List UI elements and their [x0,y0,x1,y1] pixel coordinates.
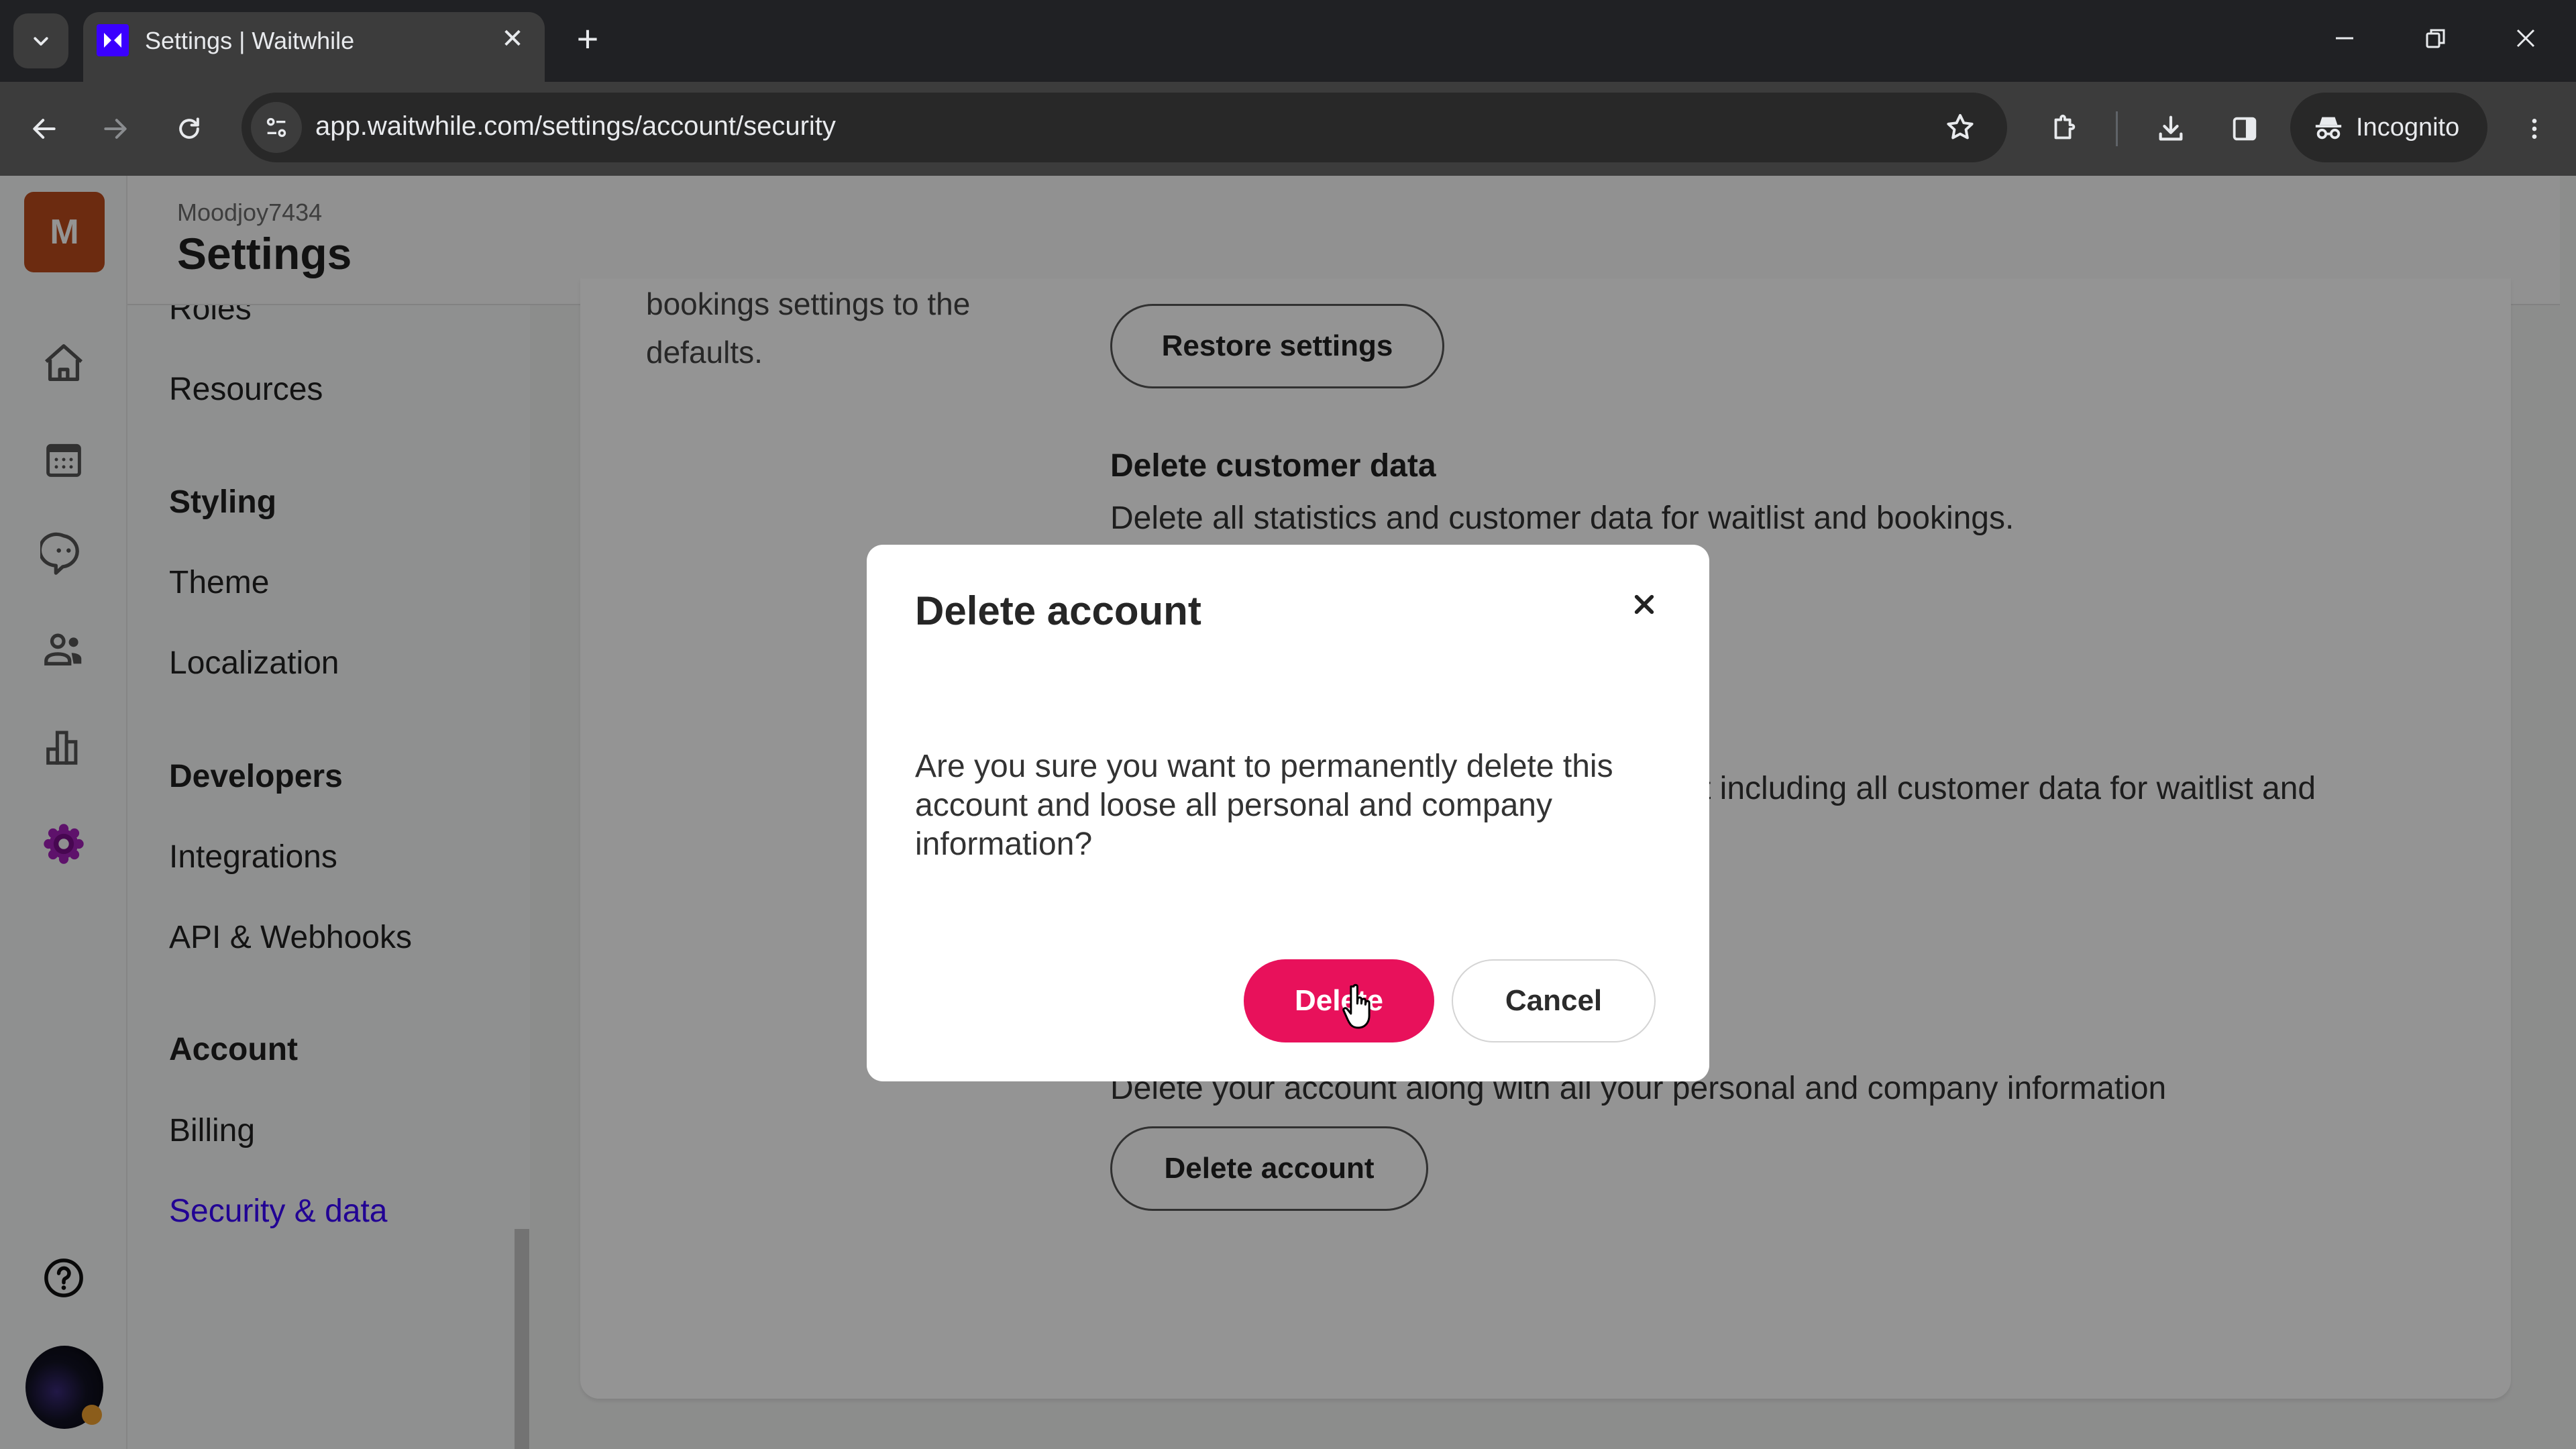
dialog-message: Are you sure you want to permanently del… [915,749,1613,862]
site-info-button[interactable] [251,102,302,153]
download-icon [2159,115,2183,141]
incognito-label: Incognito [2356,113,2460,142]
back-button[interactable] [19,103,70,154]
waitwhile-favicon-icon [97,24,129,56]
browser-tab-bar: Settings | Waitwhile ✕ + [0,0,2576,82]
tab-close-icon[interactable]: ✕ [498,24,527,54]
new-tab-button[interactable]: + [569,20,606,58]
incognito-indicator[interactable]: Incognito [2290,93,2487,162]
toolbar-divider [2116,111,2118,146]
incognito-icon [2315,117,2342,140]
forward-button[interactable] [90,103,141,154]
restore-window-button[interactable] [2412,15,2459,62]
tab-search-button[interactable] [13,13,68,68]
cancel-button[interactable]: Cancel [1452,959,1656,1042]
tune-icon [266,117,286,138]
close-icon [1634,594,1654,614]
minimize-icon [2336,37,2353,40]
side-panel-icon [2233,117,2257,141]
arrow-left-icon [33,119,56,139]
close-icon [2516,29,2535,48]
extensions-button[interactable] [2038,103,2089,154]
dialog-title: Delete account [915,588,1201,633]
browser-tab-active[interactable]: Settings | Waitwhile ✕ [83,12,545,82]
minimize-button[interactable] [2321,15,2368,62]
downloads-button[interactable] [2145,103,2196,154]
close-window-button[interactable] [2502,15,2549,62]
browser-toolbar: app.waitwhile.com/settings/account/secur… [0,82,2576,176]
confirm-delete-button[interactable]: Delete [1244,959,1434,1042]
puzzle-icon [2054,114,2076,140]
url-text[interactable]: app.waitwhile.com/settings/account/secur… [315,111,836,142]
hand-pointer-cursor-icon [1342,983,1371,1029]
arrow-right-icon [104,119,127,139]
delete-account-dialog: Delete account Are you sure you want to … [867,545,1709,1081]
address-bar[interactable]: app.waitwhile.com/settings/account/secur… [241,93,2007,162]
browser-menu-button[interactable] [2509,103,2560,154]
dialog-close-button[interactable] [1626,586,1662,623]
chevron-down-icon [34,37,48,46]
tab-title: Settings | Waitwhile [145,27,355,54]
bookmark-button[interactable] [1940,107,1980,148]
star-icon [1947,114,1974,140]
restore-window-icon [2426,29,2445,48]
more-vertical-icon [2532,119,2537,139]
reload-button[interactable] [164,103,215,154]
side-panel-button[interactable] [2219,103,2270,154]
reload-icon [179,117,199,139]
